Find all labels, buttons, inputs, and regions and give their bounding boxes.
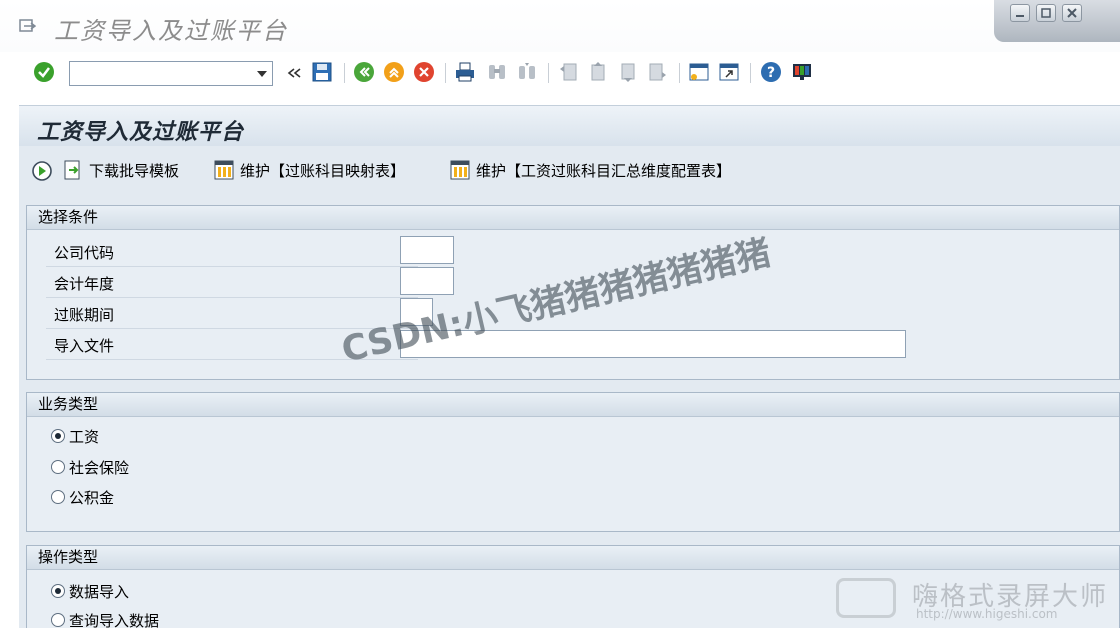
business-type-group: 业务类型 工资 社会保险 公积金	[26, 392, 1120, 532]
group-title: 业务类型	[27, 393, 1119, 417]
posting-period-label: 过账期间	[54, 306, 115, 324]
group-title: 操作类型	[27, 546, 1119, 570]
window-title: 工资导入及过账平台	[54, 17, 288, 45]
cancel-icon[interactable]	[413, 61, 435, 83]
minimize-icon	[1016, 15, 1024, 17]
toolbar-separator	[679, 63, 680, 83]
command-field[interactable]	[69, 61, 273, 86]
radio-button[interactable]	[51, 584, 65, 598]
radio-button[interactable]	[51, 429, 65, 443]
screen-header: 工资导入及过账平台	[19, 105, 1120, 146]
fiscal-year-row: 会计年度	[46, 267, 418, 298]
enter-icon[interactable]	[33, 61, 55, 83]
previous-page-icon[interactable]	[587, 61, 609, 83]
radio-salary[interactable]: 工资	[51, 425, 99, 447]
first-page-icon[interactable]	[557, 61, 579, 83]
find-icon[interactable]	[486, 61, 508, 83]
menu-icon[interactable]	[19, 19, 36, 33]
toolbar-separator	[750, 63, 751, 83]
window-controls	[994, 0, 1120, 42]
shortcut-icon[interactable]	[718, 61, 740, 83]
maximize-button[interactable]	[1036, 4, 1056, 22]
new-session-icon[interactable]	[688, 61, 710, 83]
radio-selected-dot	[55, 588, 61, 594]
download-template-button[interactable]: 下载批导模板	[62, 158, 179, 182]
toolbar-separator	[344, 63, 345, 83]
close-icon	[1067, 8, 1077, 18]
download-template-label: 下载批导模板	[89, 161, 180, 180]
import-file-label: 导入文件	[54, 337, 115, 355]
radio-social-insurance[interactable]: 社会保险	[51, 456, 129, 478]
recorder-watermark: 嗨格式录屏大师 http://www.higeshi.com	[836, 574, 1120, 628]
help-icon[interactable]: ?	[760, 61, 782, 83]
radio-housing-fund[interactable]: 公积金	[51, 486, 114, 508]
collapse-icon[interactable]	[283, 62, 305, 84]
toolbar-separator	[445, 63, 446, 83]
radio-button[interactable]	[51, 490, 65, 504]
maximize-icon	[1041, 8, 1051, 18]
minimize-button[interactable]	[1010, 4, 1030, 22]
exit-icon[interactable]	[383, 61, 405, 83]
table-icon	[450, 160, 470, 180]
layout-icon[interactable]	[791, 61, 813, 83]
camera-icon	[836, 578, 896, 618]
radio-data-import[interactable]: 数据导入	[51, 580, 129, 602]
toolbar-separator	[548, 63, 549, 83]
save-icon[interactable]	[311, 61, 333, 83]
radio-query-import[interactable]: 查询导入数据	[51, 609, 159, 628]
svg-text:?: ?	[767, 65, 775, 81]
company-code-row: 公司代码	[46, 236, 418, 267]
radio-button[interactable]	[51, 460, 65, 474]
radio-button[interactable]	[51, 613, 65, 627]
radio-label: 社会保险	[69, 458, 130, 477]
selection-screen: 选择条件 公司代码 会计年度 过账期间 导入文件 业务类型 工资 社会保险 公积…	[19, 196, 1120, 628]
radio-label: 查询导入数据	[69, 611, 160, 628]
title-bar: 工资导入及过账平台	[0, 0, 1120, 52]
back-icon[interactable]	[353, 61, 375, 83]
table-icon	[214, 160, 234, 180]
fiscal-year-label: 会计年度	[54, 275, 115, 293]
close-button[interactable]	[1062, 4, 1082, 22]
screen-title: 工资导入及过账平台	[37, 119, 245, 145]
radio-selected-dot	[55, 433, 61, 439]
maintain-mapping-label: 维护【过账科目映射表】	[240, 161, 406, 180]
chevron-down-icon[interactable]	[257, 71, 267, 77]
next-page-icon[interactable]	[617, 61, 639, 83]
application-toolbar: 下载批导模板 维护【过账科目映射表】 维护【工资过账科目汇总维度配置表】	[19, 146, 1120, 196]
execute-icon[interactable]	[31, 160, 53, 182]
radio-label: 工资	[69, 427, 100, 446]
maintain-summary-label: 维护【工资过账科目汇总维度配置表】	[476, 161, 732, 180]
fiscal-year-input[interactable]	[400, 267, 454, 295]
company-code-input[interactable]	[400, 236, 454, 264]
maintain-summary-button[interactable]: 维护【工资过账科目汇总维度配置表】	[449, 158, 731, 182]
company-code-label: 公司代码	[54, 244, 115, 262]
recorder-url: http://www.higeshi.com	[916, 607, 1058, 621]
group-title: 选择条件	[27, 206, 1119, 230]
radio-label: 公积金	[69, 488, 115, 507]
last-page-icon[interactable]	[647, 61, 669, 83]
print-icon[interactable]	[454, 61, 476, 83]
radio-label: 数据导入	[69, 582, 130, 601]
download-icon	[64, 160, 80, 180]
find-next-icon[interactable]	[516, 61, 538, 83]
maintain-mapping-button[interactable]: 维护【过账科目映射表】	[213, 158, 405, 182]
